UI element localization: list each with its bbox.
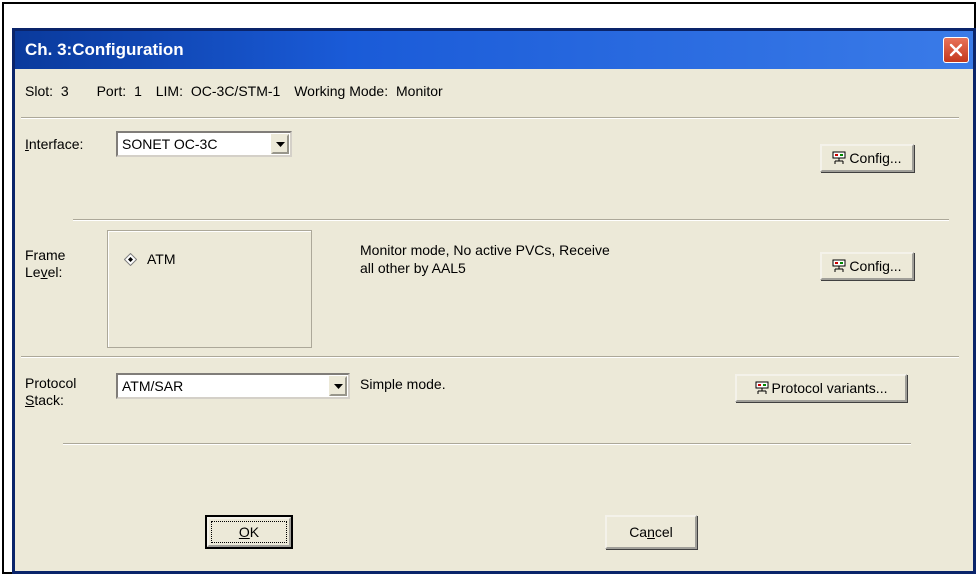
slot-label: Slot: [25, 83, 54, 99]
focus-ring [207, 517, 291, 547]
info-line: Slot: 3 Port: 1 LIM: OC-3C/STM-1 Working… [25, 83, 443, 99]
slot-value: 3 [60, 83, 69, 99]
network-config-icon [755, 381, 769, 395]
window-title: Ch. 3:Configuration [25, 40, 184, 59]
radio-atm-label: ATM [147, 251, 176, 267]
interface-config-button[interactable]: Config... [820, 144, 914, 172]
ok-button[interactable]: OK [205, 515, 293, 549]
mode-label: Working Mode: [294, 83, 389, 99]
interface-dropdown-button[interactable] [271, 134, 289, 154]
frame-level-config-button[interactable]: Config... [820, 252, 914, 280]
protocol-variants-label: Protocol variants... [771, 380, 888, 396]
cancel-button[interactable]: Cancel [605, 515, 697, 549]
interface-label: Interface: [25, 136, 84, 152]
close-icon [949, 43, 963, 57]
cancel-label: Cancel [629, 524, 673, 540]
protocol-variants-button[interactable]: Protocol variants... [735, 374, 907, 402]
frame-level-description: Monitor mode, No active PVCs, Receive al… [360, 242, 610, 276]
protocol-stack-select-value: ATM/SAR [122, 378, 184, 394]
mode-value: Monitor [396, 83, 443, 99]
protocol-stack-label: Protocol Stack: [25, 375, 77, 408]
interface-config-label: Config... [849, 150, 902, 166]
network-config-icon [832, 151, 846, 165]
close-button[interactable] [943, 37, 969, 63]
frame-level-options-box: ATM [107, 230, 312, 348]
divider [73, 219, 949, 221]
divider [21, 117, 959, 119]
lim-label: LIM: [155, 83, 183, 99]
divider [21, 356, 959, 358]
protocol-stack-select[interactable]: ATM/SAR [116, 373, 350, 399]
lim-value: OC-3C/STM-1 [190, 83, 281, 99]
interface-select-value: SONET OC-3C [122, 136, 218, 152]
frame-level-label: Frame Level: [25, 247, 66, 280]
divider [63, 443, 911, 445]
protocol-stack-dropdown-button[interactable] [329, 376, 347, 396]
port-label: Port: [96, 83, 127, 99]
chevron-down-icon [275, 141, 285, 147]
interface-select[interactable]: SONET OC-3C [116, 131, 292, 157]
dialog-window: Ch. 3:Configuration Slot: 3 Port: 1 LIM:… [12, 28, 976, 574]
screen-frame: Ch. 3:Configuration Slot: 3 Port: 1 LIM:… [2, 2, 976, 574]
title-bar[interactable]: Ch. 3:Configuration [15, 31, 973, 69]
chevron-down-icon [333, 383, 343, 389]
protocol-stack-description: Simple mode. [360, 376, 446, 392]
network-config-icon [832, 259, 846, 273]
port-value: 1 [134, 83, 142, 99]
frame-level-config-label: Config... [849, 258, 902, 274]
radio-selected-icon [124, 252, 137, 266]
dialog-body: Slot: 3 Port: 1 LIM: OC-3C/STM-1 Working… [15, 69, 973, 571]
radio-atm[interactable]: ATM [124, 251, 176, 267]
